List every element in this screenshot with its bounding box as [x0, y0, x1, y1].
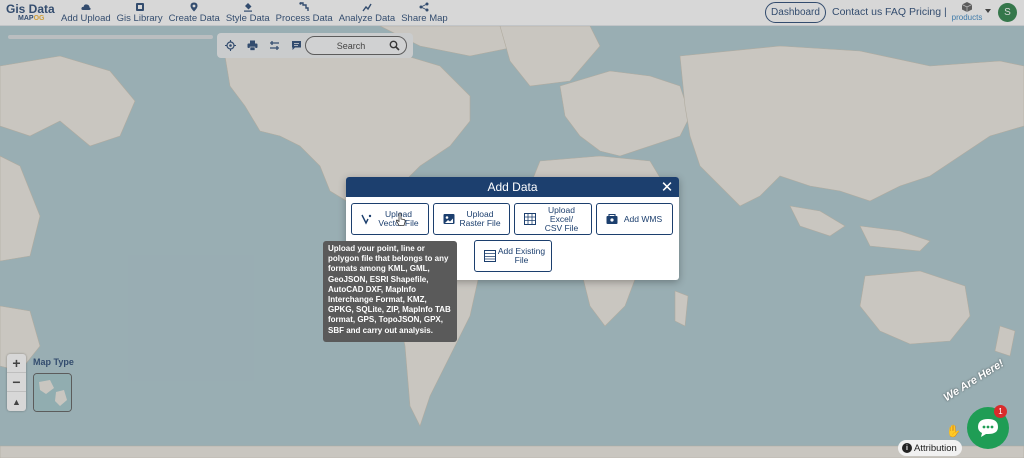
gis-data-logo[interactable]: Gis Data MAPOG — [6, 0, 58, 26]
nav-label: Style Data — [225, 12, 270, 24]
attribution-label: Attribution — [914, 442, 957, 454]
vector-icon — [360, 213, 373, 226]
map-toolbar — [217, 33, 413, 58]
search-input[interactable] — [316, 39, 386, 52]
products-menu[interactable]: products — [950, 1, 984, 25]
faq-link[interactable]: FAQ — [885, 6, 906, 18]
existing-file-icon — [483, 250, 496, 263]
avatar[interactable]: S — [998, 3, 1017, 22]
logo-subtitle: MAPOG — [18, 14, 45, 22]
measure-icon[interactable] — [267, 39, 281, 53]
map-type-label: Map Type — [33, 357, 74, 367]
locate-icon[interactable] — [223, 39, 237, 53]
nav-label: Process Data — [275, 12, 333, 24]
attribution-button[interactable]: i Attribution — [898, 440, 962, 456]
nav-label: Add Upload — [61, 12, 111, 24]
nav-label: Gis Library — [116, 12, 163, 24]
raster-icon — [442, 213, 455, 226]
wms-icon — [605, 213, 618, 226]
modal-header: Add Data ✕ — [346, 177, 679, 197]
nav-gis-library[interactable]: Gis Library — [114, 0, 166, 26]
cube-icon — [961, 2, 973, 12]
cloud-upload-icon — [81, 3, 91, 10]
upload-raster-file-button[interactable]: Upload Raster File — [433, 203, 510, 235]
spreadsheet-icon — [523, 213, 536, 226]
zoom-in-button[interactable]: + — [7, 354, 26, 373]
zoom-controls: + − ▲ — [7, 354, 26, 411]
chat-icon — [978, 419, 998, 437]
nav-share-map[interactable]: Share Map — [398, 0, 450, 26]
option-label: Upload Raster File — [459, 209, 501, 228]
close-icon[interactable]: ✕ — [659, 179, 675, 196]
add-wms-button[interactable]: Add WMS — [596, 203, 673, 235]
products-label: products — [951, 13, 983, 22]
nav-analyze-data[interactable]: Analyze Data — [336, 0, 399, 26]
hand-cursor-icon — [396, 213, 406, 226]
nav-label: Create Data — [168, 12, 220, 24]
modal-title: Add Data — [487, 180, 538, 194]
search-icon[interactable] — [389, 40, 400, 51]
map-type-switcher[interactable] — [33, 373, 72, 412]
share-icon — [419, 2, 429, 11]
analyze-icon — [362, 3, 372, 11]
info-icon: i — [902, 443, 912, 453]
map-pin-icon — [190, 2, 198, 11]
nav-style-data[interactable]: Style Data — [223, 0, 273, 26]
option-label: Add Existing File — [497, 246, 546, 265]
option-label: Add WMS — [623, 213, 663, 224]
upload-excel-csv-button[interactable]: Upload Excel/ CSV File — [514, 203, 592, 235]
vector-upload-tooltip: Upload your point, line or polygon file … — [323, 241, 457, 342]
add-existing-file-button[interactable]: Add Existing File — [474, 240, 552, 272]
contact-us-link[interactable]: Contact us — [832, 6, 882, 18]
waving-hand-icon: ✋ — [946, 424, 961, 438]
library-icon — [135, 2, 144, 11]
nav-label: Share Map — [401, 12, 448, 24]
nav-add-upload[interactable]: Add Upload — [58, 0, 114, 26]
comment-icon[interactable] — [289, 39, 303, 53]
chevron-down-icon[interactable] — [985, 9, 991, 13]
nav-create-data[interactable]: Create Data — [166, 0, 223, 26]
map-type-thumbnail — [34, 374, 71, 411]
search-bar — [305, 36, 407, 55]
upload-vector-file-button[interactable]: Upload Vector File — [351, 203, 429, 235]
zoom-out-button[interactable]: − — [7, 373, 26, 392]
pricing-link[interactable]: Pricing | — [909, 6, 947, 18]
reset-north-button[interactable]: ▲ — [7, 392, 26, 411]
option-label: Upload Excel/ CSV File — [544, 204, 579, 233]
nav-process-data[interactable]: Process Data — [273, 0, 336, 26]
print-icon[interactable] — [245, 39, 259, 53]
notification-badge: 1 — [994, 405, 1007, 418]
paint-bucket-icon — [243, 2, 252, 12]
loading-progress-bar — [8, 35, 213, 39]
nav-label: Analyze Data — [338, 12, 396, 24]
dashboard-button[interactable]: Dashboard — [765, 2, 826, 23]
process-icon — [299, 1, 309, 11]
logo-title: Gis Data — [6, 1, 55, 16]
